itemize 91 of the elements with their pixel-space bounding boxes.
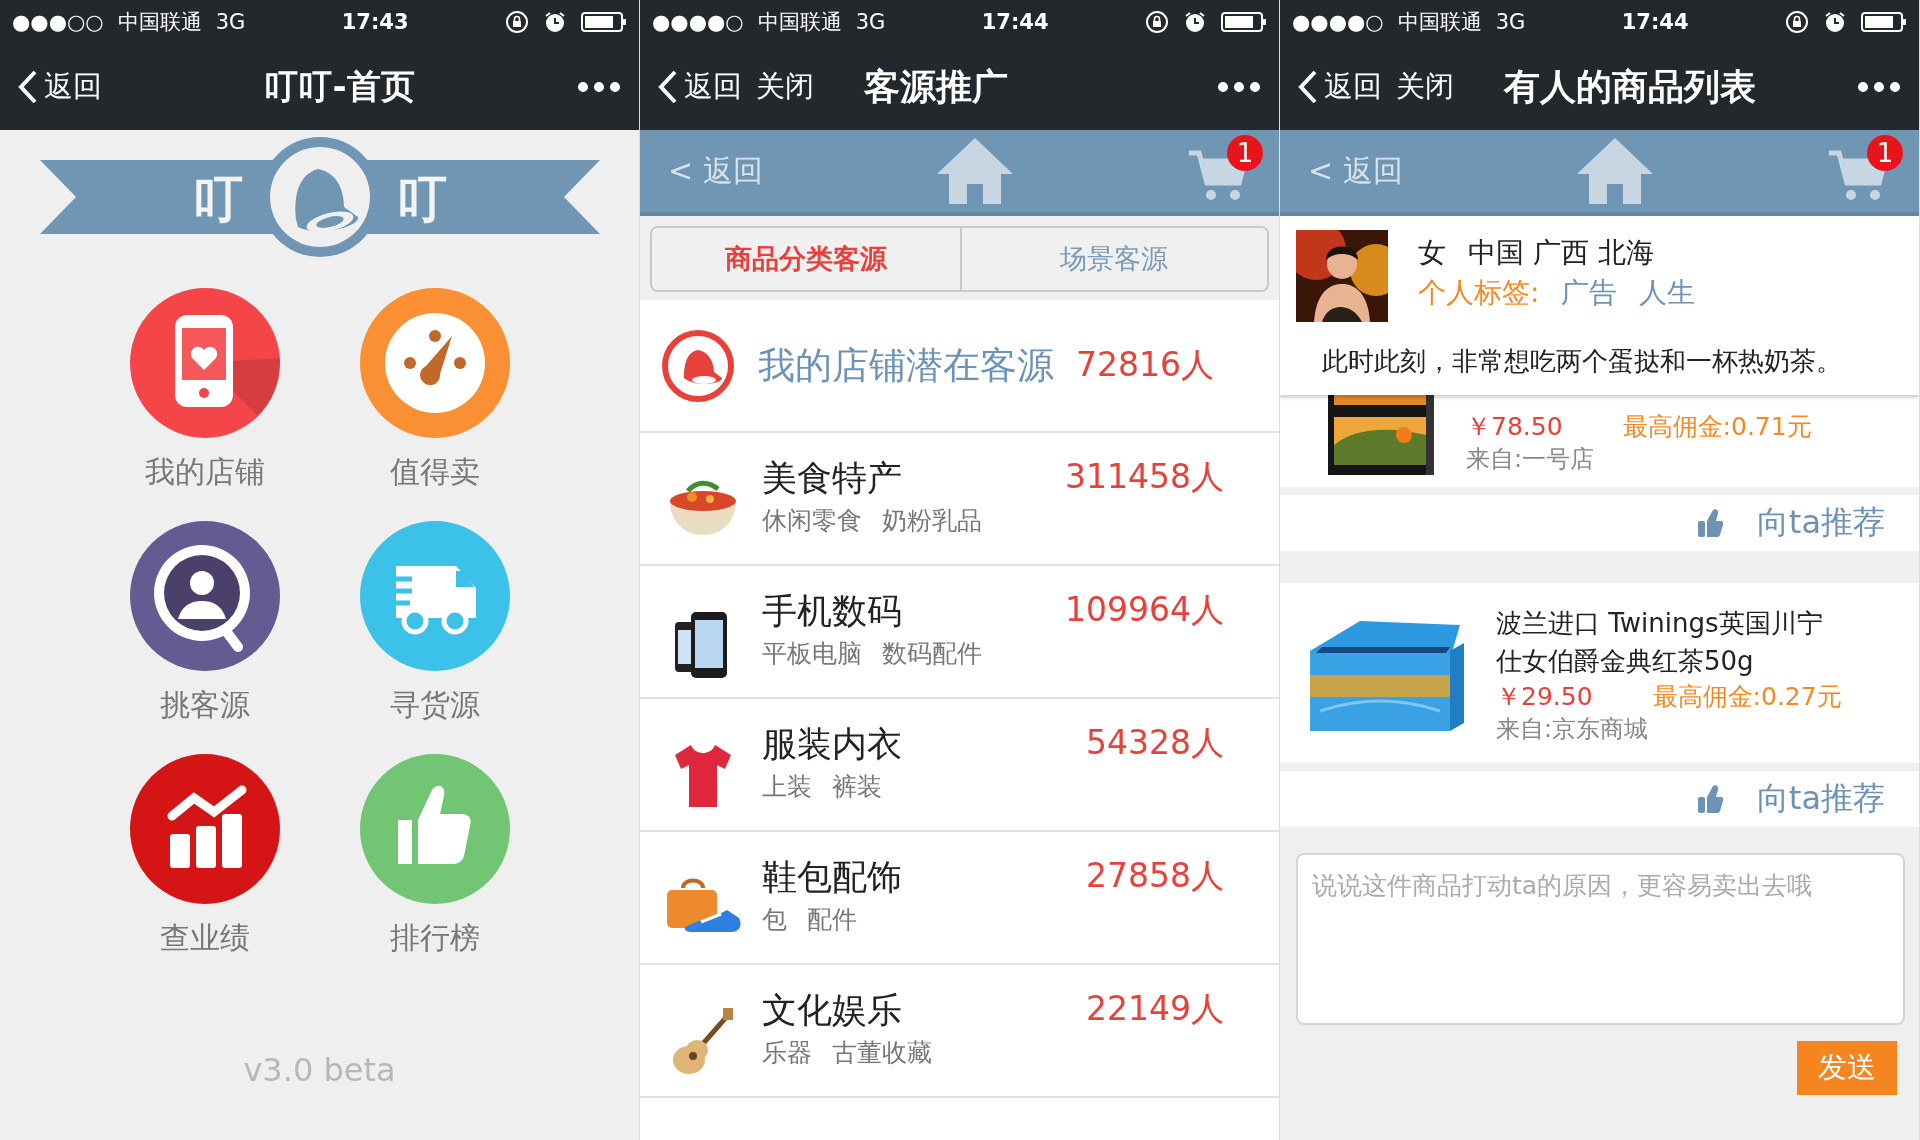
- menu-tile[interactable]: 查业绩: [129, 754, 280, 959]
- clock-time: 17:44: [981, 10, 1049, 34]
- subcategory-label: 奶粉乳品: [882, 505, 982, 537]
- subcategory-label: 上装: [762, 771, 812, 803]
- subcategory-label: 平板电脑: [762, 638, 862, 670]
- back-link[interactable]: < 返回: [1308, 150, 1403, 192]
- customer-count: 72816人: [1076, 344, 1214, 386]
- category-name: 文化娱乐: [762, 989, 903, 1032]
- rotation-lock-icon: [1145, 10, 1169, 34]
- personal-tag: 人生: [1639, 274, 1696, 312]
- customer-count: 109964人: [1065, 589, 1224, 631]
- customer-count: 27858人: [1086, 855, 1224, 897]
- tags-label: 个人标签:: [1418, 275, 1540, 311]
- back-chevron-icon: [658, 70, 678, 104]
- customer-count: 311458人: [1065, 456, 1224, 498]
- logo-text: 叮: [192, 170, 243, 228]
- menu-tile[interactable]: 值得卖: [359, 288, 510, 493]
- customer-count: 54328人: [1086, 722, 1224, 764]
- thumbs-up-icon: [1696, 784, 1723, 814]
- product-price: ￥78.50: [1466, 410, 1563, 443]
- comment-field[interactable]: 说说这件商品打动ta的原因，更容易卖出去哦: [1296, 853, 1905, 1025]
- personal-tag: 广告: [1561, 274, 1618, 312]
- signal-strength: ●●●○○: [12, 10, 104, 34]
- more-icon[interactable]: [1217, 81, 1261, 93]
- gender-label: 女: [1418, 235, 1446, 271]
- commission-label: 最高佣金:0.27元: [1652, 680, 1842, 713]
- product-source: 来自:一号店: [1466, 443, 1596, 475]
- alarm-icon: [1183, 10, 1207, 34]
- clock-time: 17:44: [1621, 10, 1689, 34]
- ukulele-icon: [672, 1007, 734, 1075]
- subcategory-label: 古董收藏: [832, 1037, 932, 1069]
- segment-tab[interactable]: 场景客源: [959, 228, 1267, 290]
- alarm-icon: [1823, 10, 1847, 34]
- more-icon[interactable]: [1857, 81, 1901, 93]
- subcategory-label: 包: [762, 904, 787, 936]
- category-name: 美食特产: [762, 457, 903, 500]
- category-name: 手机数码: [762, 590, 903, 633]
- network-type: 3G: [1495, 10, 1526, 34]
- bell-icon: [660, 327, 736, 404]
- customer-count: 22149人: [1086, 988, 1224, 1030]
- location-label: 中国 广西 北海: [1468, 235, 1654, 271]
- alarm-icon: [543, 10, 567, 34]
- product-source: 来自:京东商城: [1496, 713, 1650, 745]
- page-title: 有人的商品列表: [1504, 64, 1756, 109]
- product-card[interactable]: ￥78.50 最高佣金:0.71元 来自:一号店: [1280, 395, 1919, 487]
- signal-strength: ●●●●○: [652, 10, 744, 34]
- clock-time: 17:43: [341, 10, 409, 34]
- menu-tile[interactable]: 挑客源: [129, 521, 280, 726]
- subcategory-label: 裤装: [832, 771, 882, 803]
- subcategory-label: 数码配件: [882, 638, 982, 670]
- battery-icon: [581, 11, 627, 33]
- logo-text: 叮: [396, 170, 447, 228]
- product-card[interactable]: 波兰进口 Twinings英国川宁仕女伯爵金典红茶50g ￥29.50 最高佣金:0.27元 来自:京东商城: [1280, 583, 1919, 763]
- carrier-name: 中国联通: [1397, 9, 1482, 36]
- back-chevron-icon: [18, 70, 38, 104]
- product-title: 波兰进口 Twinings英国川宁仕女伯爵金典红茶50g: [1496, 606, 1824, 678]
- menu-tile[interactable]: 排行榜: [359, 754, 510, 959]
- product-price: ￥29.50: [1496, 680, 1593, 713]
- menu-tile[interactable]: 寻货源: [359, 521, 510, 726]
- category-name: 服装内衣: [762, 723, 902, 766]
- network-type: 3G: [215, 10, 246, 34]
- rotation-lock-icon: [505, 10, 529, 34]
- back-button[interactable]: 返回: [1298, 67, 1382, 107]
- featured-title: 我的店铺潜在客源: [758, 342, 1054, 389]
- menu-tile[interactable]: 我的店铺: [129, 288, 280, 493]
- thumbs-up-icon: [1696, 508, 1723, 538]
- back-chevron-icon: [1298, 70, 1318, 104]
- battery-icon: [1221, 11, 1267, 33]
- carrier-name: 中国联通: [757, 9, 842, 36]
- category-name: 鞋包配饰: [762, 856, 902, 899]
- subcategory-label: 休闲零食: [762, 505, 862, 537]
- network-type: 3G: [855, 10, 886, 34]
- back-link[interactable]: < 返回: [668, 150, 763, 192]
- cart-count-badge: 1: [1227, 135, 1263, 171]
- page-title: 客源推广: [864, 64, 1008, 109]
- signal-strength: ●●●●○: [1292, 10, 1384, 34]
- carrier-name: 中国联通: [117, 9, 202, 36]
- back-button[interactable]: 返回: [658, 67, 742, 107]
- customer-message: 此时此刻，非常想吃两个蛋挞和一杯热奶茶。: [1322, 345, 1843, 378]
- send-button[interactable]: 发送: [1797, 1041, 1897, 1095]
- cart-count-badge: 1: [1867, 135, 1903, 171]
- close-button[interactable]: 关闭: [1396, 67, 1454, 107]
- battery-icon: [1861, 11, 1907, 33]
- back-button[interactable]: 返回: [18, 67, 102, 107]
- page-title: 叮叮-首页: [264, 65, 415, 108]
- rotation-lock-icon: [1785, 10, 1809, 34]
- close-button[interactable]: 关闭: [756, 67, 814, 107]
- subcategory-label: 配件: [807, 904, 857, 936]
- commission-label: 最高佣金:0.71元: [1622, 410, 1812, 443]
- more-icon[interactable]: [577, 81, 621, 93]
- subcategory-label: 乐器: [762, 1037, 812, 1069]
